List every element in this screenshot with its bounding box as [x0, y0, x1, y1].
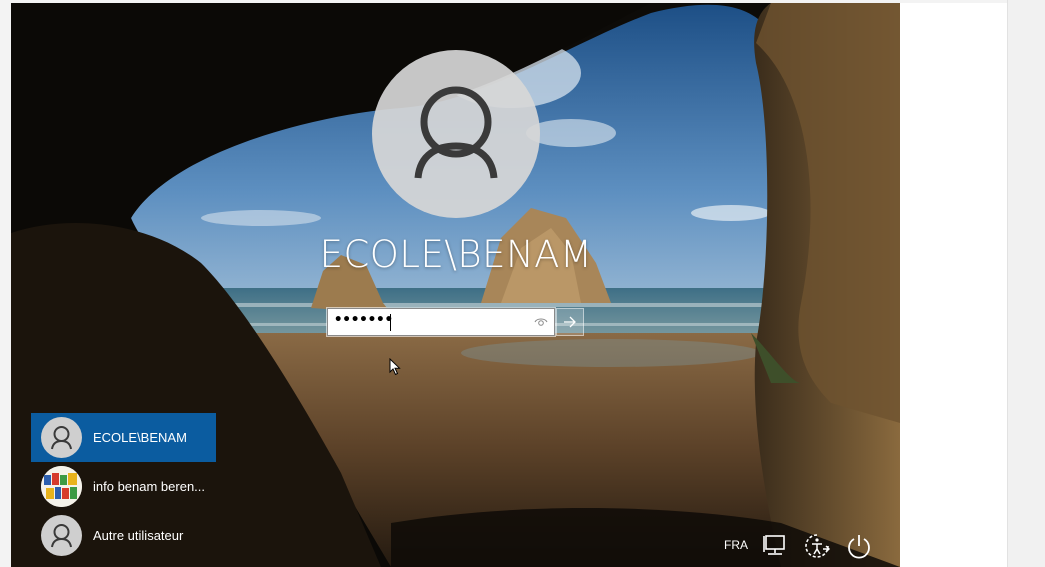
power-icon[interactable]	[845, 532, 873, 560]
arrow-right-icon	[564, 316, 576, 328]
mouse-pointer-icon	[389, 358, 401, 376]
user-list: ECOLE\BENAM info benam beren... Autre ut…	[31, 413, 291, 560]
default-user-icon	[414, 86, 498, 179]
text-caret	[390, 314, 391, 331]
user-item-label: Autre utilisateur	[93, 528, 184, 543]
user-avatar-picture	[41, 466, 82, 507]
lock-screen: ECOLE\BENAM ••••••• ECOLE\BENAM info ben…	[11, 3, 900, 567]
eye-icon[interactable]	[534, 316, 548, 328]
current-username: ECOLE\BENAM	[319, 233, 593, 276]
password-field[interactable]: •••••••	[326, 307, 556, 337]
user-item-label: info benam beren...	[93, 479, 206, 494]
default-user-icon	[51, 524, 72, 548]
user-item-label: ECOLE\BENAM	[93, 430, 187, 445]
window-frame-left	[0, 0, 11, 567]
custom-picture	[41, 466, 82, 507]
ease-of-access-icon[interactable]	[803, 532, 831, 560]
language-indicator[interactable]: FRA	[724, 538, 748, 552]
system-tray: FRA	[711, 528, 891, 564]
network-icon[interactable]	[761, 532, 789, 560]
user-item-info-benam[interactable]: info benam beren...	[31, 462, 216, 511]
user-item-other-user[interactable]: Autre utilisateur	[31, 511, 216, 560]
default-user-icon	[51, 426, 72, 450]
window-side-panel	[1007, 0, 1045, 567]
user-avatar	[41, 417, 82, 458]
password-value: •••••••	[334, 312, 394, 328]
user-item-ecole-benam[interactable]: ECOLE\BENAM	[31, 413, 216, 462]
user-avatar	[41, 515, 82, 556]
user-avatar-large	[372, 50, 540, 218]
submit-button[interactable]	[556, 308, 584, 336]
